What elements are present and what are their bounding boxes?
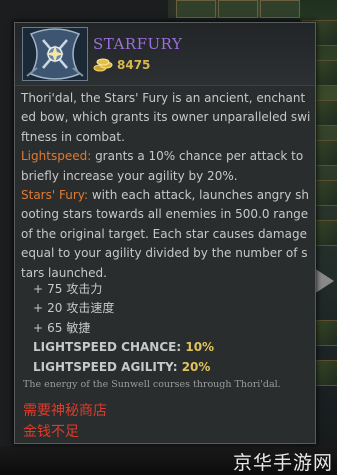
hud-slot[interactable] <box>260 0 300 18</box>
special-value: 20% <box>181 359 211 374</box>
stat-row: +75 攻击力 <box>33 280 214 299</box>
stat-plus: + <box>33 301 44 316</box>
stat-value: 75 <box>47 282 63 296</box>
stat-label: 敏捷 <box>66 320 91 335</box>
special-value: 10% <box>185 340 215 355</box>
item-tooltip: STARFURY 8475 Thori'dal, the Stars' Fury… <box>14 22 316 444</box>
stat-value: 20 <box>47 301 63 316</box>
requirement-secret-shop: 需要神秘商店 <box>23 403 107 419</box>
stat-value: 65 <box>47 320 63 335</box>
item-name: STARFURY <box>93 35 183 53</box>
requirement-gold: 金钱不足 <box>23 424 79 440</box>
item-lore: The energy of the Sunwell courses throug… <box>23 379 281 390</box>
item-cost: 8475 <box>117 58 151 72</box>
site-watermark: 京华手游网 <box>232 452 333 474</box>
stat-label: 攻击速度 <box>66 301 115 316</box>
stat-row: +65 敏捷 <box>33 319 214 338</box>
special-label: LIGHTSPEED CHANCE: <box>33 340 182 355</box>
stat-label: 攻击力 <box>66 282 103 296</box>
special-row: LIGHTSPEED CHANCE: 10% <box>33 338 214 357</box>
ability-stars-fury-name: Stars' Fury: <box>21 188 89 203</box>
item-stats: +75 攻击力 +20 攻击速度 +65 敏捷 LIGHTSPEED CHANCE: … <box>33 280 214 377</box>
description-intro: Thori'dal, the Stars' Fury is an ancient… <box>21 91 311 144</box>
item-description: Thori'dal, the Stars' Fury is an ancient… <box>21 89 311 283</box>
special-label: LIGHTSPEED AGILITY: <box>33 359 178 374</box>
hud-slot[interactable] <box>218 0 258 18</box>
starfury-bow-icon <box>22 27 88 81</box>
purchase-requirements: 需要神秘商店 金钱不足 <box>23 401 107 443</box>
gold-coins-icon <box>93 58 113 72</box>
hud-slot[interactable] <box>176 0 216 18</box>
stat-row: +20 攻击速度 <box>33 299 214 318</box>
ability-lightspeed-name: Lightspeed: <box>21 149 92 164</box>
expand-arrow-icon[interactable] <box>314 268 334 294</box>
special-row: LIGHTSPEED AGILITY: 20% <box>33 358 214 377</box>
stat-plus: + <box>33 320 44 335</box>
stat-plus: + <box>33 282 44 296</box>
tooltip-header: STARFURY 8475 <box>15 23 315 86</box>
